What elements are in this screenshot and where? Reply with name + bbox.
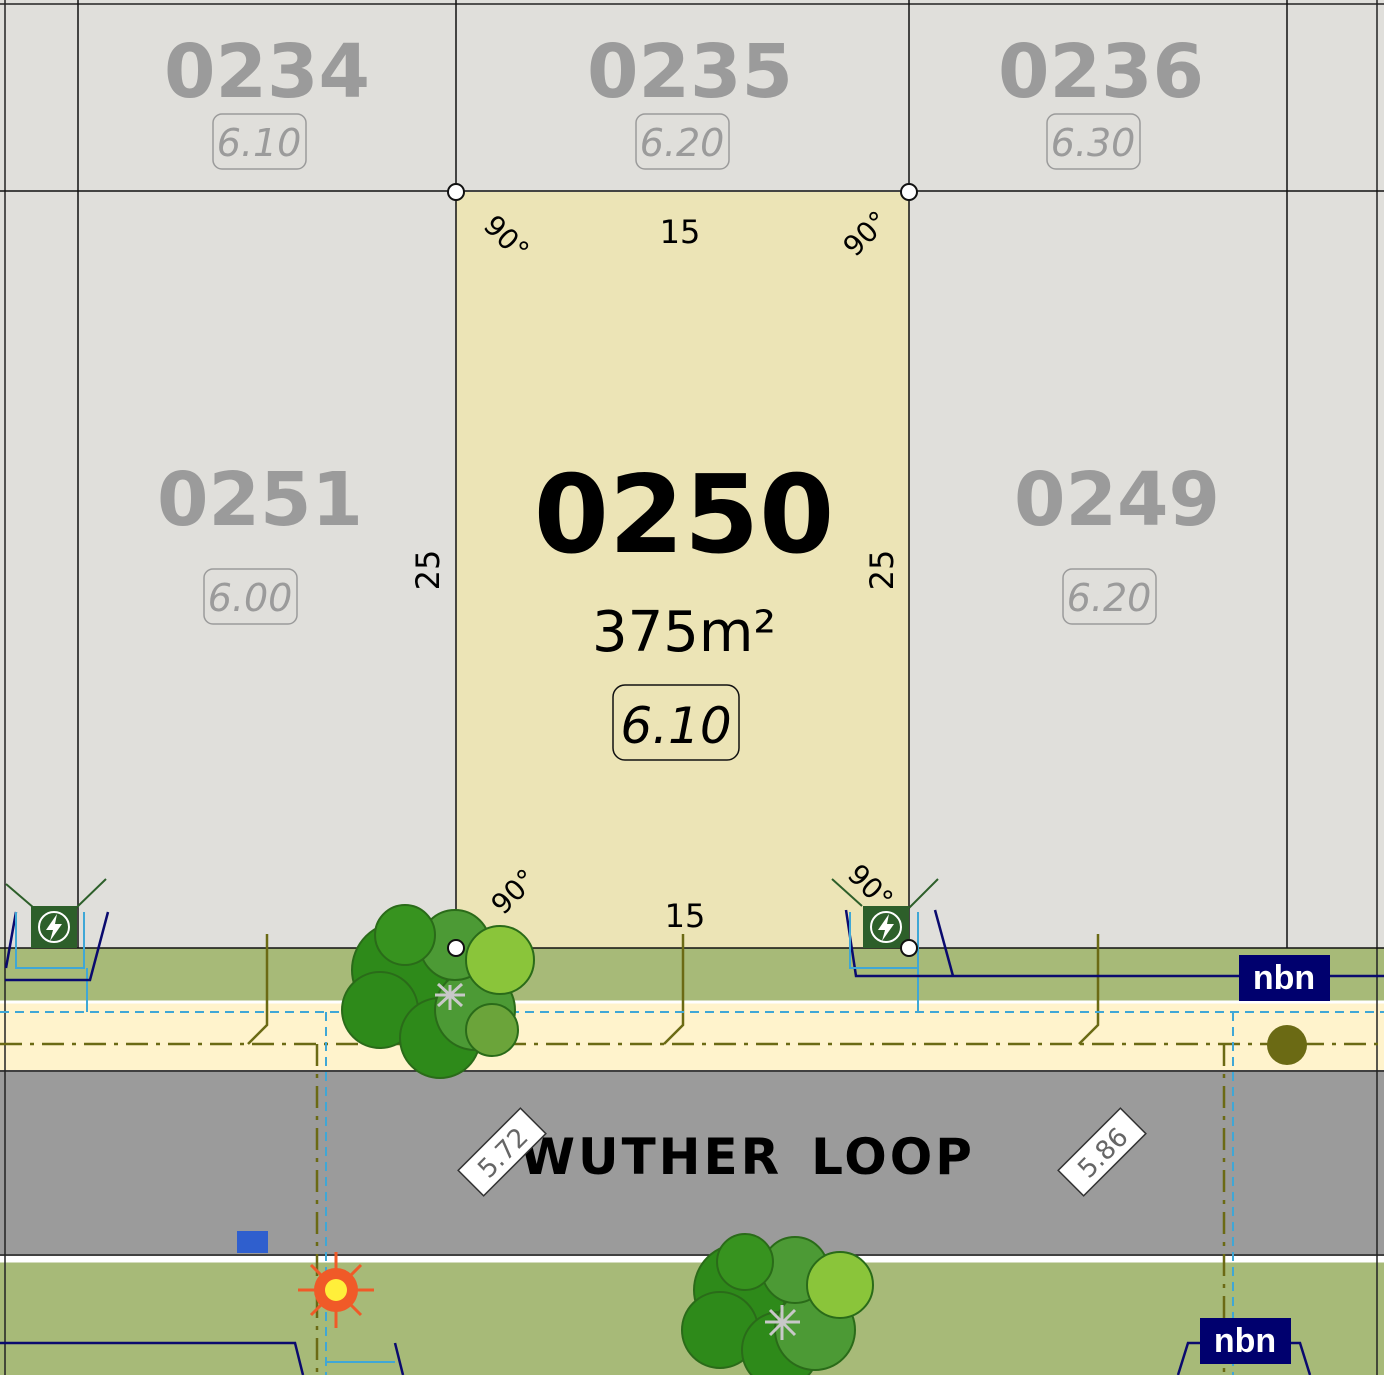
dimension-right-depth: 25 [863,550,901,591]
lot-plan-map: nbn nbn 0234 6.10 0235 6.20 0236 6.30 02… [0,0,1384,1375]
dimension-top-frontage: 15 [660,213,701,251]
dimension-bottom-frontage: 15 [665,897,706,935]
road-service-marker[interactable] [237,1231,268,1253]
lot-number: 0234 [164,29,370,115]
dimension-left-depth: 25 [409,550,447,591]
lot-number: 0235 [587,29,793,115]
road-name-part2: LOOP [811,1128,975,1186]
nbn-label: nbn [1214,1322,1276,1360]
tree-canopy-icon [681,1233,874,1375]
finished-level: 6.10 [217,121,302,165]
nbn-label: nbn [1253,959,1315,997]
sewer-manhole[interactable] [1267,1025,1307,1065]
road-name-part1: WUTHER [520,1128,782,1186]
lot-number: 0249 [1014,457,1220,543]
finished-level: 6.20 [640,121,725,165]
nbn-pit-2[interactable]: nbn [1200,1318,1291,1364]
lot-number: 0250 [534,453,835,578]
finished-level: 6.30 [1051,121,1136,165]
lot-number: 0251 [157,457,363,543]
lot-number: 0236 [998,29,1204,115]
finished-level: 6.20 [1067,576,1152,620]
finished-level: 6.10 [620,697,731,755]
nbn-pit-1[interactable]: nbn [1239,955,1330,1001]
street-tree-far[interactable] [681,1233,874,1375]
lot-area: 375m² [592,600,776,665]
finished-level: 6.00 [208,576,293,620]
